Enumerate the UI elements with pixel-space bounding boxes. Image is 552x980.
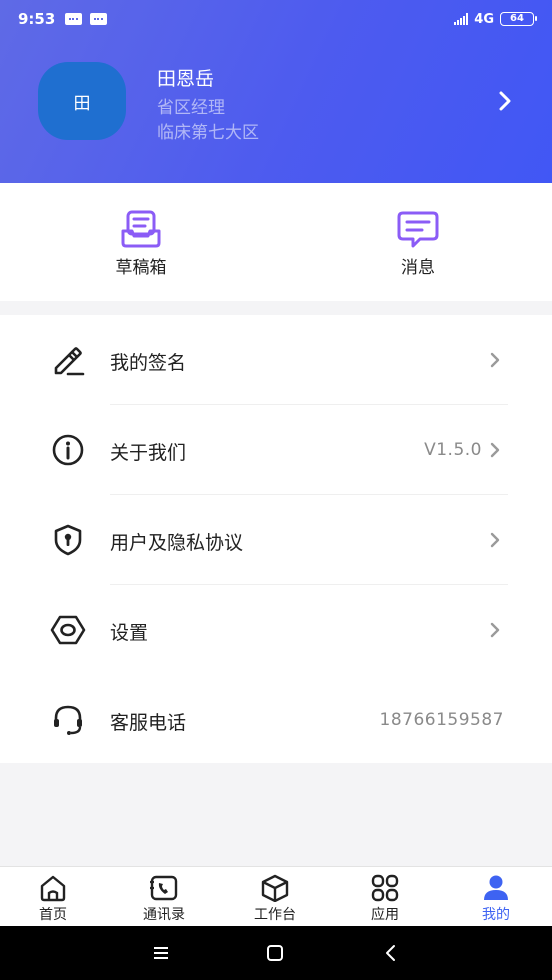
tab-label-workbench: 工作台 — [254, 907, 296, 923]
chevron-right-icon[interactable] — [492, 88, 518, 114]
service-phone-number[interactable]: 18766159587 — [380, 710, 504, 730]
quick-actions: 草稿箱 消息 — [0, 183, 552, 301]
profile-icon — [484, 875, 508, 900]
messages-button[interactable]: 消息 — [368, 209, 468, 278]
user-name: 田恩岳 — [157, 68, 215, 90]
battery-icon: 64 — [500, 12, 537, 26]
network-type: 4G — [474, 11, 494, 27]
drafts-button[interactable]: 草稿箱 — [91, 209, 191, 278]
profile-header: 9:53 4G 64 田 田恩岳 省区经理 临床第七大区 — [0, 0, 552, 183]
tab-label-apps: 应用 — [371, 907, 399, 923]
menu-label-customer-service: 客服电话 — [110, 712, 187, 734]
home-icon — [40, 875, 66, 902]
user-region: 临床第七大区 — [157, 123, 259, 143]
chevron-right-icon — [490, 622, 500, 638]
menu-item-about[interactable]: 关于我们 V1.5.0 — [0, 405, 552, 495]
status-bar: 9:53 4G 64 — [0, 0, 552, 38]
app-version: V1.5.0 — [424, 440, 482, 460]
tab-contacts[interactable]: 通讯录 — [119, 874, 209, 924]
menu-item-signature[interactable]: 我的签名 — [0, 315, 552, 405]
chat-notification-icon — [90, 13, 108, 25]
menu-item-customer-service[interactable]: 客服电话 18766159587 — [0, 675, 552, 765]
system-navigation-bar — [0, 926, 552, 980]
signal-strength-icon — [454, 13, 469, 25]
home-button-icon[interactable] — [263, 942, 287, 964]
menu-icon[interactable] — [149, 942, 173, 964]
apps-icon — [371, 874, 399, 902]
settings-hexagon-icon — [50, 615, 86, 645]
avatar[interactable]: 田 — [38, 62, 126, 140]
status-time: 9:53 — [18, 10, 56, 28]
tab-workbench[interactable]: 工作台 — [230, 874, 320, 924]
tab-label-home: 首页 — [39, 907, 67, 923]
menu-label-signature: 我的签名 — [110, 352, 187, 374]
menu-label-privacy: 用户及隐私协议 — [110, 532, 244, 554]
menu-item-privacy[interactable]: 用户及隐私协议 — [0, 495, 552, 585]
settings-menu: 我的签名 关于我们 V1.5.0 用户及隐私协议 设置 客服电话 1876615… — [0, 315, 552, 763]
menu-label-settings: 设置 — [110, 622, 149, 644]
tab-label-profile: 我的 — [482, 907, 510, 923]
profile-card[interactable]: 田 田恩岳 省区经理 临床第七大区 — [38, 62, 518, 143]
message-icon — [397, 211, 439, 248]
sms-notification-icon — [65, 13, 83, 25]
drafts-label: 草稿箱 — [115, 258, 167, 278]
tab-apps[interactable]: 应用 — [340, 874, 430, 924]
headset-icon — [54, 705, 82, 735]
user-title: 省区经理 — [157, 98, 225, 118]
menu-item-settings[interactable]: 设置 — [0, 585, 552, 675]
tab-profile[interactable]: 我的 — [451, 874, 541, 924]
chevron-right-icon — [490, 442, 500, 458]
tab-home[interactable]: 首页 — [8, 874, 98, 924]
contacts-icon — [150, 875, 178, 901]
privacy-shield-icon — [54, 524, 82, 556]
menu-label-about: 关于我们 — [110, 442, 187, 464]
signature-pen-icon — [54, 347, 85, 376]
back-icon[interactable] — [379, 942, 403, 964]
chevron-right-icon — [490, 532, 500, 548]
info-icon — [52, 434, 84, 466]
messages-label: 消息 — [401, 258, 435, 278]
drafts-icon — [121, 210, 161, 248]
bottom-tab-bar: 首页 通讯录 工作台 应用 我的 — [0, 866, 552, 926]
tab-label-contacts: 通讯录 — [143, 907, 185, 923]
workbench-icon — [261, 874, 289, 902]
chevron-right-icon — [490, 352, 500, 368]
